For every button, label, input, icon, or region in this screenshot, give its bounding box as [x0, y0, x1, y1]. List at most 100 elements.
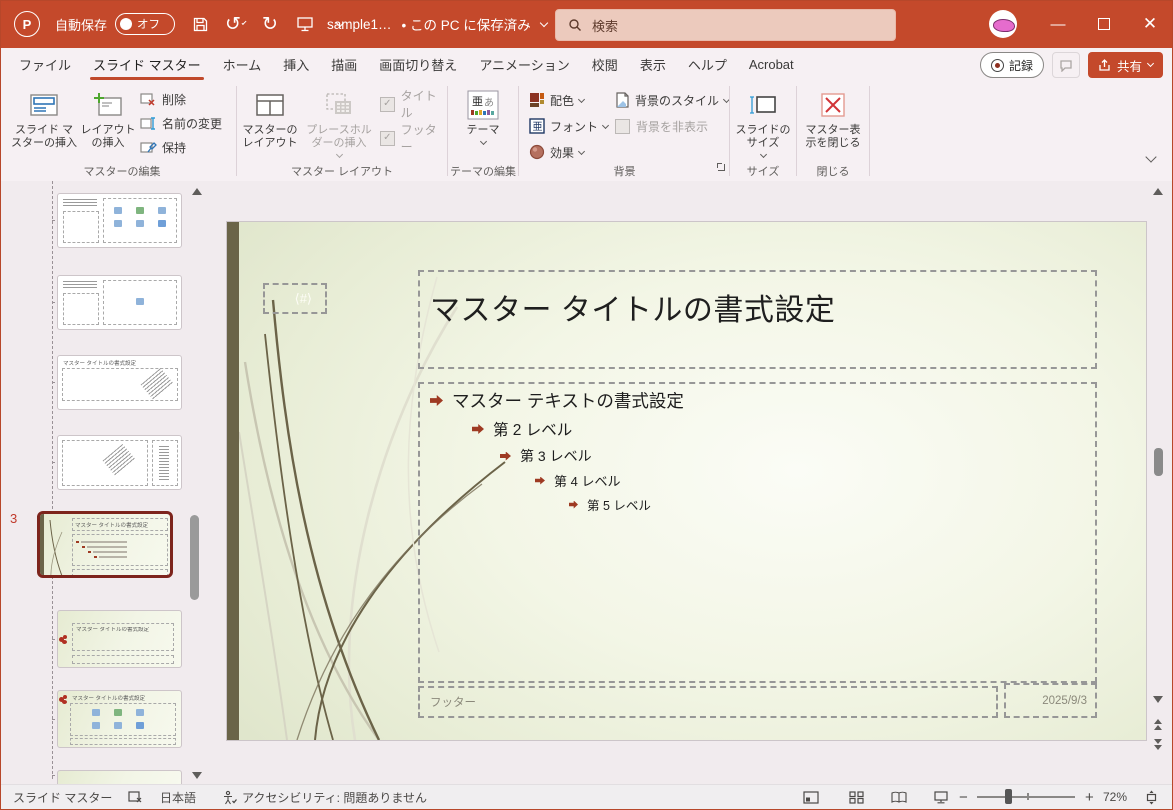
maximize-button[interactable] [1081, 0, 1127, 48]
tab-draw[interactable]: 描画 [320, 48, 368, 81]
tab-animations[interactable]: アニメーション [468, 48, 580, 81]
rename-button[interactable]: 名前の変更 [140, 111, 222, 135]
master-title-text: マスター タイトルの書式設定 [430, 294, 836, 327]
zoom-out-button[interactable]: − [959, 785, 968, 809]
record-button[interactable]: 記録 [979, 52, 1044, 78]
previous-slide-icon[interactable] [1150, 717, 1166, 731]
minimize-button[interactable]: — [1035, 0, 1081, 48]
slide-master-thumbnail-selected[interactable]: マスター タイトルの書式設定 [37, 511, 173, 578]
accessibility-icon [224, 790, 237, 804]
reading-view-button[interactable] [891, 785, 907, 809]
preserve-button[interactable]: 保持 [140, 135, 222, 159]
layout-thumbnail-7-partial[interactable] [57, 770, 182, 785]
fonts-button[interactable]: 亜 フォント [529, 113, 610, 139]
insert-placeholder-button: プレースホルダーの挿入 [302, 85, 376, 159]
tab-review[interactable]: 校閲 [581, 48, 629, 81]
scroll-up-icon[interactable] [1150, 185, 1166, 197]
zoom-slider[interactable] [977, 789, 1075, 804]
autosave-toggle[interactable]: 自動保存 オフ [55, 13, 176, 35]
date-placeholder[interactable]: 2025/9/3 [1004, 683, 1097, 718]
collapse-ribbon-chevron-icon[interactable] [1145, 151, 1157, 163]
panel-scrollbar-thumb[interactable] [190, 515, 199, 600]
language-button[interactable]: 日本語 [160, 785, 196, 809]
insert-slide-master-button[interactable]: スライド マスターの挿入 [10, 85, 78, 150]
share-button[interactable]: 共有 [1087, 52, 1163, 78]
comments-button[interactable] [1051, 52, 1080, 78]
search-icon [569, 19, 581, 31]
background-styles-icon [616, 92, 629, 108]
layout-thumbnail-6[interactable]: マスター タイトルの書式設定 [57, 690, 182, 748]
layout-thumbnail-2[interactable] [57, 275, 182, 330]
insert-layout-button[interactable]: レイアウトの挿入 [80, 85, 136, 150]
bullet-arrow-icon [569, 500, 578, 509]
fonts-label: フォント [550, 119, 599, 134]
footer-text: フッター [430, 697, 476, 709]
start-slideshow-icon[interactable] [295, 14, 315, 34]
save-icon[interactable] [190, 14, 210, 34]
scroll-down-icon[interactable] [1150, 693, 1166, 705]
accessibility-button[interactable]: アクセシビリティ: 問題ありません [222, 785, 427, 809]
layout-thumbnail-3[interactable]: マスター タイトルの書式設定 [57, 355, 182, 410]
title-bar: P 自動保存 オフ ↺ ↻ sample1… • この PC に保存済み 検索 … [0, 0, 1173, 48]
slideshow-view-button[interactable] [933, 785, 949, 809]
footer-placeholder[interactable]: フッター [418, 686, 998, 718]
slide-sorter-button[interactable] [849, 785, 864, 809]
slide-master-canvas[interactable]: ⟨#⟩ マスター タイトルの書式設定 マスター テキストの書式設定 第 2 レベ… [227, 222, 1146, 740]
slide-number-placeholder[interactable]: ⟨#⟩ [263, 283, 327, 314]
colors-label: 配色 [550, 93, 575, 108]
tab-help[interactable]: ヘルプ [677, 48, 738, 81]
autosave-state: オフ [137, 19, 161, 31]
redo-icon[interactable]: ↻ [260, 14, 280, 35]
body-placeholder[interactable]: マスター テキストの書式設定 第 2 レベル 第 3 レベル 第 4 レベル 第… [418, 382, 1097, 683]
layout-thumbnail-1[interactable] [57, 193, 182, 248]
tab-home[interactable]: ホーム [212, 48, 273, 81]
close-master-view-icon [819, 89, 847, 121]
normal-view-icon [803, 790, 819, 804]
slide-size-button[interactable]: スライドのサイズ [733, 85, 793, 159]
slide-master-number: 3 [10, 511, 18, 526]
master-layout-button[interactable]: マスターのレイアウト [240, 85, 300, 150]
preserve-label: 保持 [162, 140, 187, 155]
footer-checkbox: ✓ フッター [380, 123, 447, 154]
ribbon-right-actions: 記録 共有 [979, 52, 1163, 78]
bullet-text: マスター テキストの書式設定 [452, 391, 684, 411]
scrollbar-thumb[interactable] [1154, 448, 1163, 476]
accessibility-status: アクセシビリティ: 問題ありません [242, 790, 427, 805]
close-master-view-button[interactable]: マスター表示を閉じる [801, 85, 865, 150]
tab-transitions[interactable]: 画面切り替え [368, 48, 468, 81]
title-placeholder[interactable]: マスター タイトルの書式設定 [418, 270, 1097, 369]
next-slide-icon[interactable] [1150, 737, 1166, 751]
normal-view-button[interactable] [803, 785, 819, 809]
title-checkbox-icon: ✓ [380, 96, 395, 112]
insert-layout-label: レイアウトの挿入 [80, 124, 136, 149]
fit-to-window-button[interactable] [1143, 785, 1160, 809]
save-status: • この PC に保存済み [401, 18, 531, 33]
themes-button[interactable]: 亜あ テーマ [461, 85, 505, 146]
undo-icon[interactable]: ↺ [225, 14, 247, 35]
panel-scroll-down-icon[interactable] [189, 769, 205, 781]
account-avatar[interactable] [989, 10, 1017, 38]
hide-background-label: 背景を非表示 [636, 119, 709, 134]
delete-button[interactable]: 削除 [140, 87, 222, 111]
panel-scroll-up-icon[interactable] [189, 185, 205, 197]
zoom-in-button[interactable]: + [1085, 785, 1094, 809]
autosave-switch[interactable]: オフ [115, 13, 176, 35]
tab-insert[interactable]: 挿入 [272, 48, 320, 81]
tab-file[interactable]: ファイル [8, 48, 82, 81]
layout-thumbnail-5[interactable]: マスター タイトルの書式設定 [57, 610, 182, 668]
colors-button[interactable]: 配色 [529, 87, 608, 113]
slide-size-icon [749, 89, 777, 121]
document-title-area[interactable]: sample1… • この PC に保存済み [327, 0, 549, 48]
spell-check-button[interactable] [128, 785, 143, 809]
tab-slide-master[interactable]: スライド マスター [82, 48, 212, 81]
search-input[interactable]: 検索 [555, 9, 896, 41]
layout-thumbnail-4[interactable] [57, 435, 182, 490]
powerpoint-app-icon[interactable]: P [14, 11, 40, 37]
effects-button[interactable]: 効果 [529, 139, 608, 165]
tab-acrobat[interactable]: Acrobat [738, 48, 805, 81]
close-button[interactable]: ✕ [1127, 0, 1173, 48]
zoom-level[interactable]: 72% [1103, 785, 1127, 809]
zoom-slider-thumb[interactable] [1005, 789, 1012, 804]
background-styles-button[interactable]: 背景のスタイル [615, 87, 731, 113]
tab-view[interactable]: 表示 [629, 48, 677, 81]
